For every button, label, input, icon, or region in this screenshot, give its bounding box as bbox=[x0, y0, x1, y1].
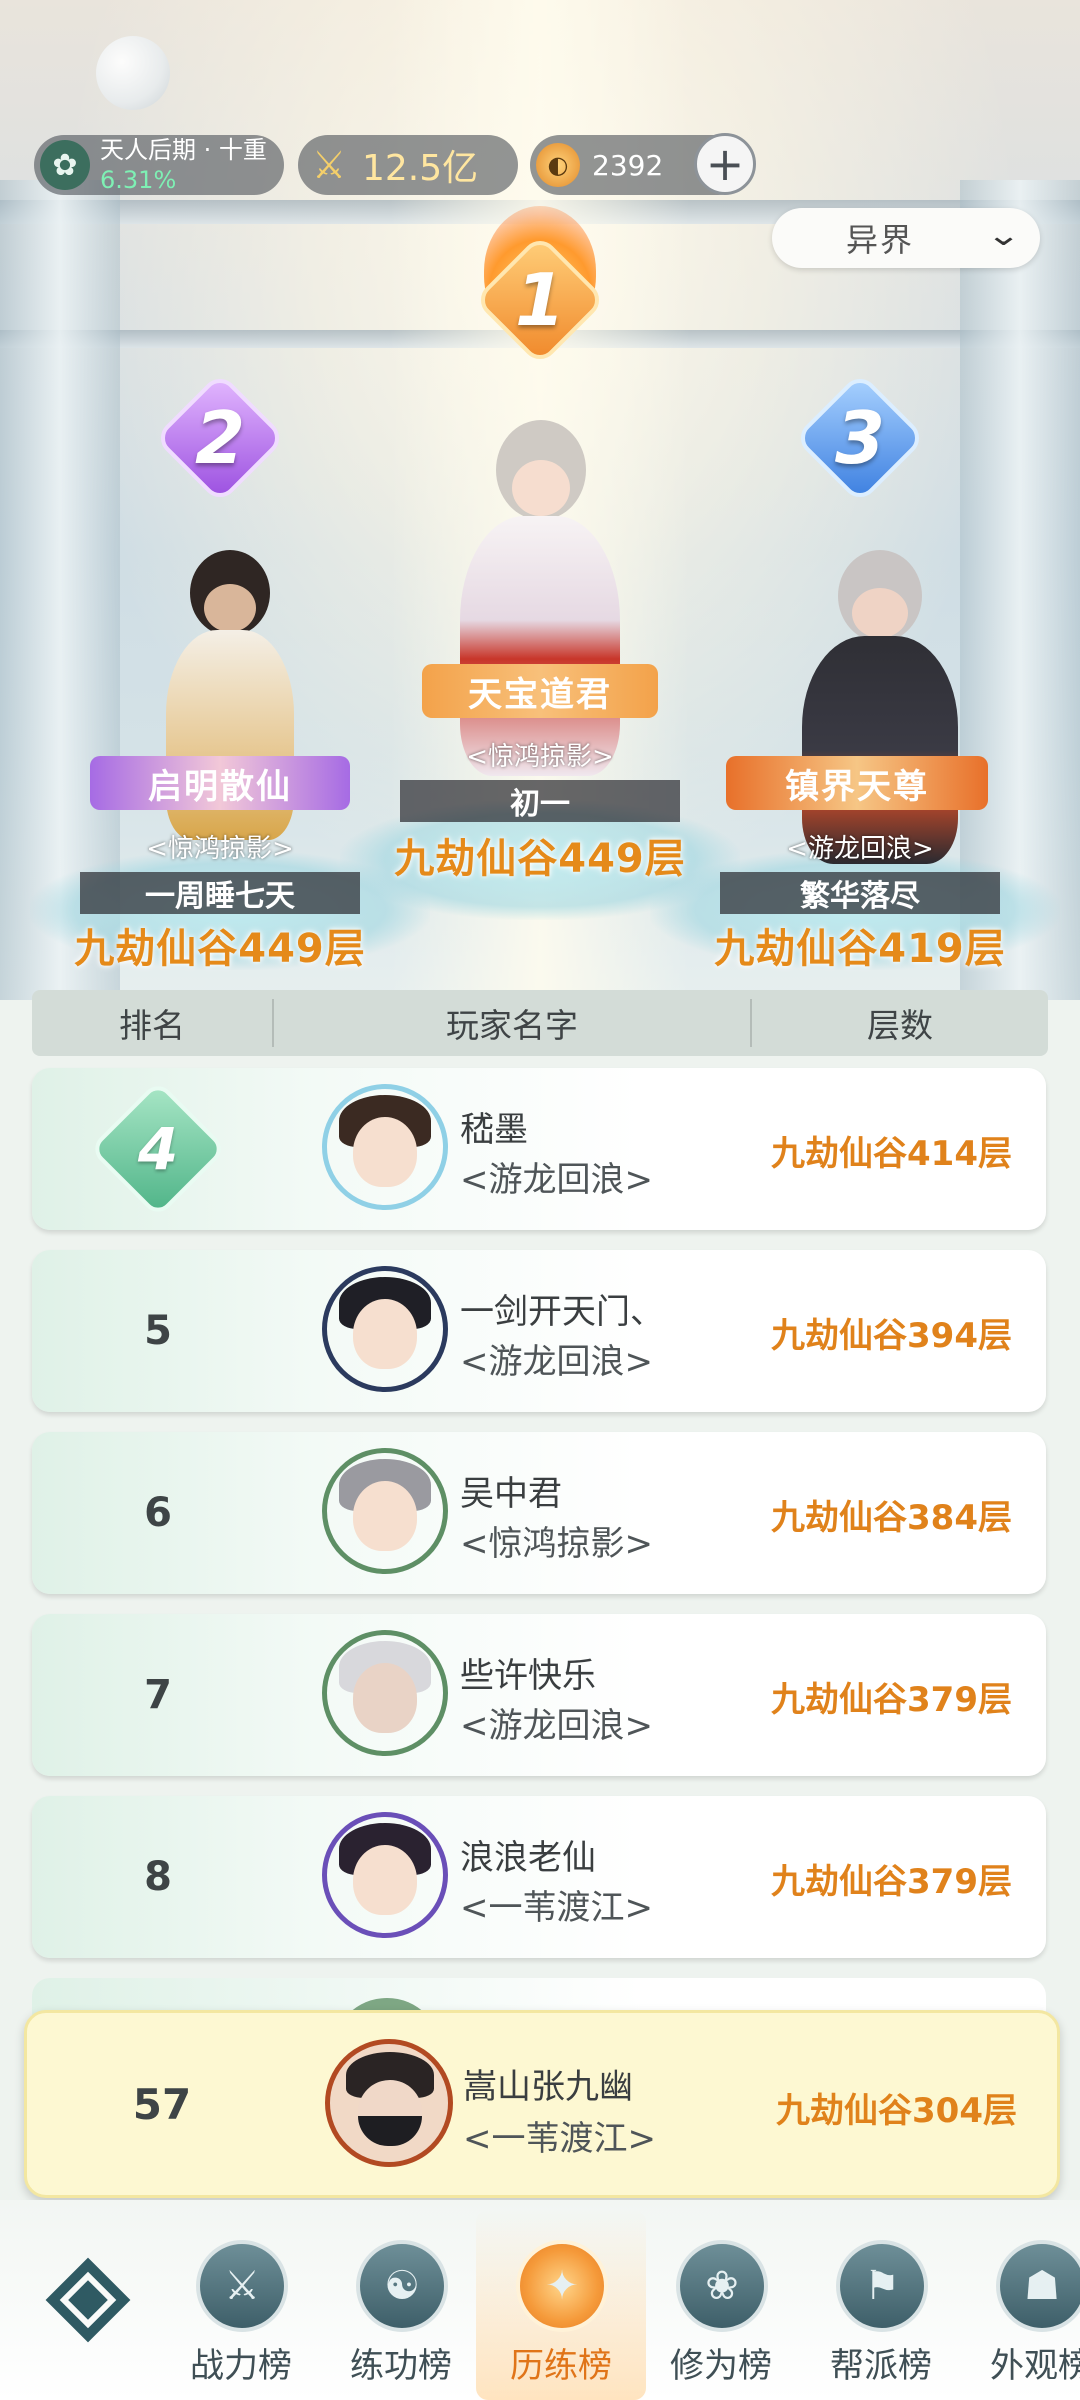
tab-label: 外观榜 bbox=[990, 2346, 1080, 2386]
add-currency-button[interactable]: + bbox=[694, 133, 756, 195]
my-player-floor: 九劫仙谷304层 bbox=[776, 2091, 1017, 2131]
table-row[interactable]: 8 浪浪老仙 <一苇渡江> 九劫仙谷379层 bbox=[32, 1796, 1046, 1958]
jade-currency-chip: ◐ 2392 + bbox=[530, 133, 756, 195]
tab-label: 练功榜 bbox=[350, 2346, 452, 2386]
second-player-name: 一周睡七天 bbox=[80, 872, 360, 914]
rank-badge-4: 4 bbox=[32, 1068, 284, 1230]
header-rank: 排名 bbox=[32, 999, 274, 1047]
player-floor: 九劫仙谷394层 bbox=[771, 1316, 1012, 1356]
lotus-icon: ❀ bbox=[676, 2240, 768, 2332]
menu-logo-icon[interactable] bbox=[40, 2252, 136, 2348]
combat-power-value: 12.5亿 bbox=[362, 148, 479, 189]
rank-number: 6 bbox=[144, 1490, 172, 1536]
tab-label: 修为榜 bbox=[670, 2346, 772, 2386]
tab-trials[interactable]: ✦ 历练榜 bbox=[476, 2210, 646, 2400]
realm-dropdown-value: 异界 bbox=[846, 221, 915, 259]
realm-chip[interactable]: ✿ 天人后期 · 十重 6.31% bbox=[34, 135, 284, 195]
avatar[interactable] bbox=[322, 1630, 448, 1756]
first-player-name: 初一 bbox=[400, 780, 680, 822]
tab-guild[interactable]: ⚑ 帮派榜 bbox=[806, 2240, 956, 2400]
rank-number: 8 bbox=[144, 1854, 172, 1900]
tab-label: 帮派榜 bbox=[830, 2346, 932, 2386]
first-title: 天宝道君 bbox=[468, 674, 612, 715]
player-guild: <惊鸿掠影> bbox=[460, 1524, 653, 1564]
bottom-nav: ⚔ 战力榜 ☯ 练功榜 ✦ 历练榜 ❀ 修为榜 ⚑ 帮派榜 ☗ 外观榜 bbox=[0, 2200, 1080, 2400]
tab-cultivation[interactable]: ❀ 修为榜 bbox=[646, 2240, 796, 2400]
moon-orb bbox=[96, 36, 170, 110]
rank-number: 5 bbox=[144, 1308, 172, 1354]
star-burst-icon: ✦ bbox=[516, 2240, 608, 2332]
avatar[interactable] bbox=[322, 1084, 448, 1210]
realm-dropdown[interactable]: 异界 ⌄ bbox=[772, 208, 1040, 268]
tab-label: 战力榜 bbox=[190, 2346, 292, 2386]
player-floor: 九劫仙谷414层 bbox=[771, 1134, 1012, 1174]
avatar[interactable] bbox=[322, 1812, 448, 1938]
banner-icon: ⚑ bbox=[836, 2240, 928, 2332]
third-guild: <游龙回浪> bbox=[786, 834, 934, 864]
my-player-name: 嵩山张九幽 bbox=[463, 2067, 633, 2107]
cultivator-icon: ✿ bbox=[40, 140, 90, 190]
player-name: 浪浪老仙 bbox=[460, 1838, 596, 1878]
my-avatar[interactable] bbox=[325, 2039, 453, 2167]
realm-progress: 6.31% bbox=[100, 166, 177, 194]
player-name: 一剑开天门、 bbox=[460, 1292, 664, 1332]
avatar[interactable] bbox=[322, 1448, 448, 1574]
my-rank-number: 57 bbox=[132, 2079, 192, 2129]
first-floor: 九劫仙谷449层 bbox=[394, 836, 686, 882]
player-name: 些许快乐 bbox=[460, 1656, 596, 1696]
avatar[interactable] bbox=[322, 1266, 448, 1392]
tab-combat-power[interactable]: ⚔ 战力榜 bbox=[166, 2240, 316, 2400]
second-guild: <惊鸿掠影> bbox=[146, 834, 294, 864]
third-floor: 九劫仙谷419层 bbox=[714, 926, 1006, 972]
header-floor: 层数 bbox=[867, 1006, 933, 1045]
jade-coin-icon: ◐ bbox=[536, 143, 580, 187]
yin-yang-icon: ☯ bbox=[356, 2240, 448, 2332]
my-player-guild: <一苇渡江> bbox=[463, 2119, 656, 2159]
table-row[interactable]: 4 嵇墨 <游龙回浪> 九劫仙谷414层 bbox=[32, 1068, 1046, 1230]
tab-training[interactable]: ☯ 练功榜 bbox=[326, 2240, 476, 2400]
rank-badge-2: 2 bbox=[153, 371, 287, 505]
table-row[interactable]: 6 吴中君 <惊鸿掠影> 九劫仙谷384层 bbox=[32, 1432, 1046, 1594]
player-name: 嵇墨 bbox=[460, 1110, 528, 1150]
mask-icon: ☗ bbox=[996, 2240, 1080, 2332]
combat-power-chip[interactable]: ⚔ 12.5亿 bbox=[298, 135, 518, 195]
player-guild: <游龙回浪> bbox=[460, 1342, 653, 1382]
crossed-swords-icon: ⚔ bbox=[196, 2240, 288, 2332]
character-third[interactable] bbox=[780, 550, 980, 870]
rank-badge-1: 1 bbox=[473, 233, 607, 367]
jade-amount: 2392 bbox=[592, 148, 664, 182]
second-title: 启明散仙 bbox=[148, 766, 292, 807]
tab-appearance[interactable]: ☗ 外观榜 bbox=[966, 2240, 1080, 2400]
third-title: 镇界天尊 bbox=[785, 766, 929, 807]
realm-level: 天人后期 · 十重 bbox=[100, 136, 267, 164]
third-player-name: 繁华落尽 bbox=[720, 872, 1000, 914]
rank-badge-3: 3 bbox=[793, 371, 927, 505]
player-guild: <一苇渡江> bbox=[460, 1888, 653, 1928]
my-rank-row[interactable]: 57 嵩山张九幽 <一苇渡江> 九劫仙谷304层 bbox=[24, 2010, 1060, 2198]
player-floor: 九劫仙谷384层 bbox=[771, 1498, 1012, 1538]
rank-number: 7 bbox=[144, 1672, 172, 1718]
player-floor: 九劫仙谷379层 bbox=[771, 1862, 1012, 1902]
player-guild: <游龙回浪> bbox=[460, 1706, 653, 1746]
player-name: 吴中君 bbox=[460, 1474, 562, 1514]
table-row[interactable]: 7 些许快乐 <游龙回浪> 九劫仙谷379层 bbox=[32, 1614, 1046, 1776]
second-title-plate: 启明散仙 bbox=[90, 756, 350, 810]
character-first[interactable] bbox=[440, 420, 640, 780]
ranking-table-header: 排名 玩家名字 层数 bbox=[32, 990, 1048, 1056]
table-row[interactable]: 5 一剑开天门、 <游龙回浪> 九劫仙谷394层 bbox=[32, 1250, 1046, 1412]
first-guild: <惊鸿掠影> bbox=[466, 742, 614, 772]
second-floor: 九劫仙谷449层 bbox=[74, 926, 366, 972]
tab-label: 历练榜 bbox=[510, 2346, 612, 2386]
player-guild: <游龙回浪> bbox=[460, 1160, 653, 1200]
plus-icon: + bbox=[705, 137, 745, 191]
crossed-swords-icon: ⚔ bbox=[311, 143, 347, 187]
first-title-plate: 天宝道君 bbox=[422, 664, 658, 718]
player-floor: 九劫仙谷379层 bbox=[771, 1680, 1012, 1720]
header-player: 玩家名字 bbox=[274, 999, 752, 1047]
third-title-plate: 镇界天尊 bbox=[726, 756, 988, 810]
chevron-down-icon: ⌄ bbox=[985, 218, 1022, 253]
